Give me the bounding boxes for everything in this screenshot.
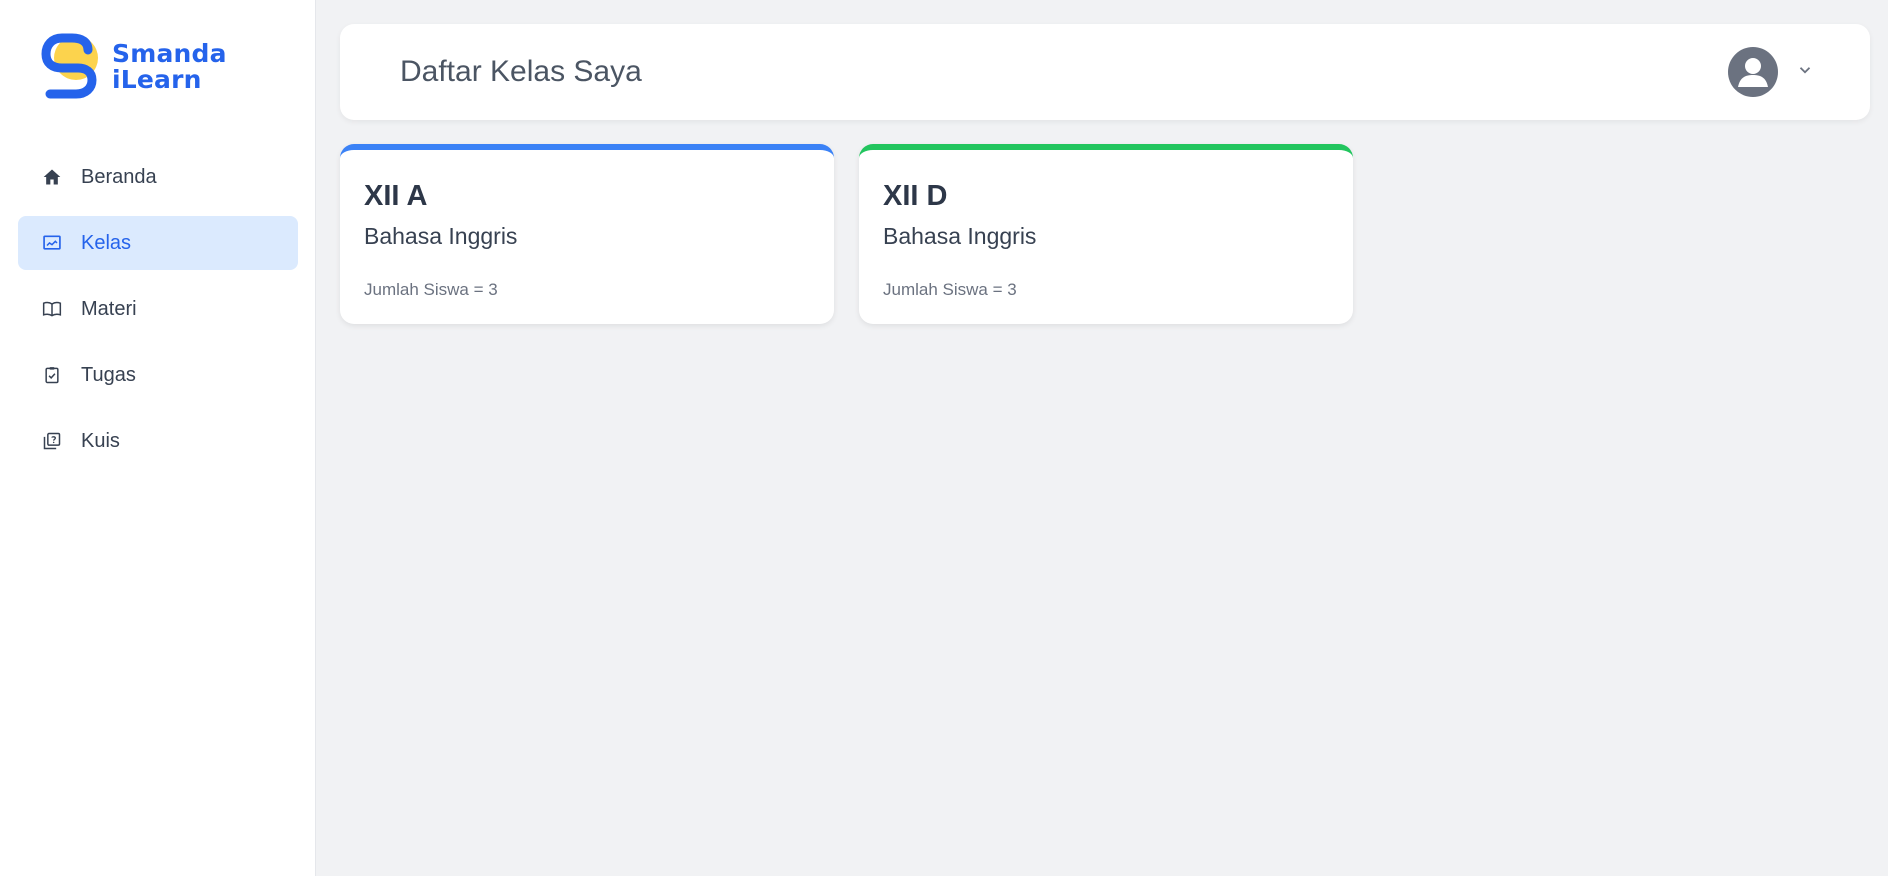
top-header: Daftar Kelas Saya xyxy=(340,24,1870,120)
sidebar-item-label: Kuis xyxy=(81,429,120,452)
brand-name: Smanda iLearn xyxy=(112,41,227,93)
sidebar-nav: Beranda Kelas Materi Tugas Kuis xyxy=(18,150,298,480)
sidebar-item-label: Beranda xyxy=(81,165,157,188)
sidebar-item-label: Kelas xyxy=(81,231,132,254)
logo-mark-icon xyxy=(41,33,98,99)
class-name: XII D xyxy=(883,180,948,212)
sidebar-item-materi[interactable]: Materi xyxy=(18,282,298,336)
chevron-down-icon[interactable] xyxy=(1796,61,1814,84)
class-card[interactable]: XII A Bahasa Inggris Jumlah Siswa = 3 xyxy=(340,144,834,324)
brand-logo[interactable]: Smanda iLearn xyxy=(38,32,227,102)
presentation-icon xyxy=(41,232,63,254)
clipboard-check-icon xyxy=(41,364,63,386)
app-root: Smanda iLearn Beranda Kelas Materi Tugas… xyxy=(0,0,1888,876)
class-card[interactable]: XII D Bahasa Inggris Jumlah Siswa = 3 xyxy=(859,144,1353,324)
user-avatar-icon[interactable] xyxy=(1728,47,1778,97)
sidebar-item-tugas[interactable]: Tugas xyxy=(18,348,298,402)
sidebar-item-kelas[interactable]: Kelas xyxy=(18,216,298,270)
book-open-icon xyxy=(41,298,63,320)
user-menu[interactable] xyxy=(1728,47,1814,97)
sidebar-item-label: Materi xyxy=(81,297,137,320)
brand-line-2: iLearn xyxy=(112,65,202,94)
sidebar-item-kuis[interactable]: Kuis xyxy=(18,414,298,468)
student-count: Jumlah Siswa = 3 xyxy=(883,280,1017,299)
class-subject: Bahasa Inggris xyxy=(883,223,1037,249)
class-name: XII A xyxy=(364,180,428,212)
sidebar-item-beranda[interactable]: Beranda xyxy=(18,150,298,204)
sidebar: Smanda iLearn Beranda Kelas Materi Tugas… xyxy=(0,0,316,876)
question-square-icon xyxy=(41,430,63,452)
sidebar-item-label: Tugas xyxy=(81,363,136,386)
main-content: Daftar Kelas Saya XII A Bahasa Inggris J… xyxy=(316,0,1888,876)
student-count: Jumlah Siswa = 3 xyxy=(364,280,498,299)
page-title: Daftar Kelas Saya xyxy=(400,55,642,88)
class-subject: Bahasa Inggris xyxy=(364,223,518,249)
brand-line-1: Smanda xyxy=(112,39,227,68)
class-list: XII A Bahasa Inggris Jumlah Siswa = 3 XI… xyxy=(340,144,1353,324)
home-icon xyxy=(41,166,63,188)
